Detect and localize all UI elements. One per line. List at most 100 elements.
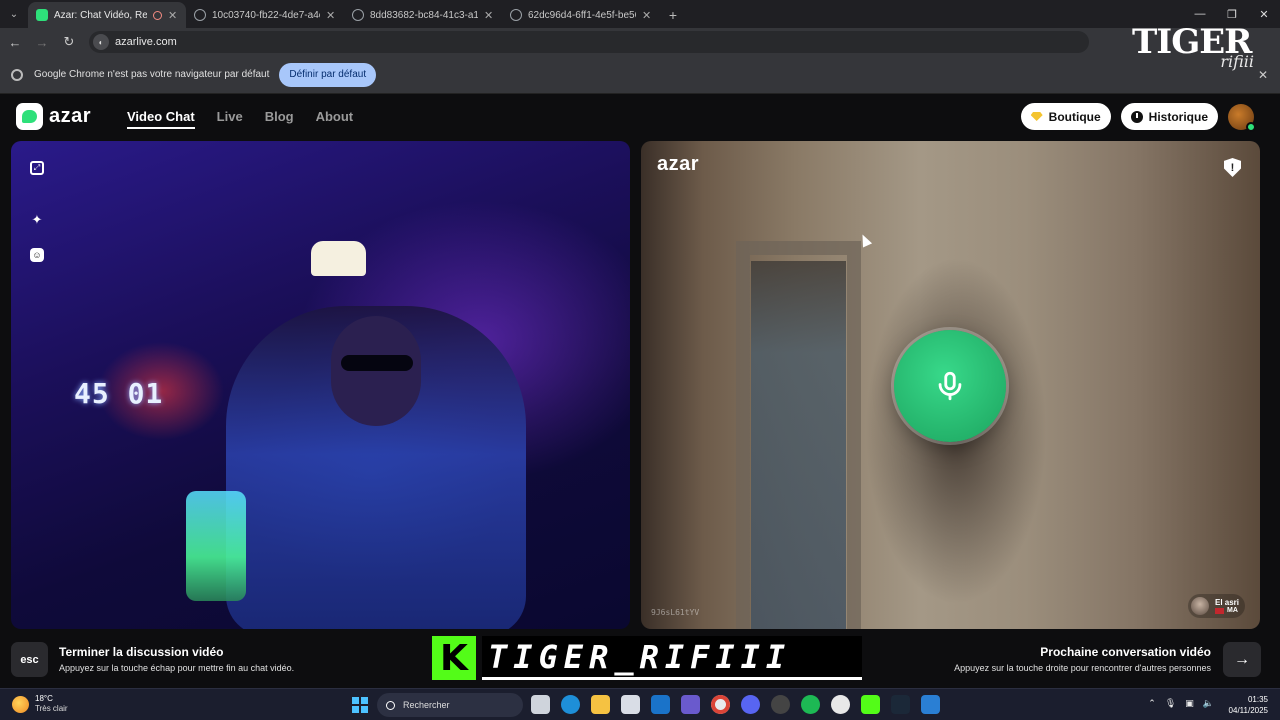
taskbar-clock[interactable]: 01:35 04/11/2025 xyxy=(1229,694,1268,716)
sunglasses xyxy=(341,355,413,371)
recording-indicator-icon xyxy=(153,10,162,20)
partner-id: 9J6sL61tYV xyxy=(651,608,700,617)
partner-avatar xyxy=(1190,597,1209,615)
steam-icon[interactable] xyxy=(891,695,910,714)
tab-title: 62dc96d4-6ff1-4e5f-be56-d48 xyxy=(528,9,636,21)
report-shield-icon[interactable]: ! xyxy=(1224,158,1241,177)
local-video: 45 01 ⤢ ✦ ☺ xyxy=(11,141,630,629)
tab-4[interactable]: 62dc96d4-6ff1-4e5f-be56-d48 ✕ xyxy=(502,2,660,28)
tab-search-chevron-icon[interactable]: ⌄ xyxy=(0,0,28,28)
chrome-icon xyxy=(11,68,23,81)
tab-3[interactable]: 8dd83682-bc84-41c3-a15f-d8 ✕ xyxy=(344,2,502,28)
weather-widget[interactable]: 18°C Très clair xyxy=(12,694,68,714)
tab-title: Azar: Chat Vidéo, Rencontr xyxy=(54,9,147,21)
nav-live[interactable]: Live xyxy=(217,109,243,129)
browser-tab-strip: ⌄ Azar: Chat Vidéo, Rencontr ✕ 10c03740-… xyxy=(0,0,1280,28)
local-user-head xyxy=(331,316,421,426)
forward-arrow-icon[interactable]: → xyxy=(30,30,54,54)
set-default-button[interactable]: Définir par défaut xyxy=(279,62,377,87)
tab-azar[interactable]: Azar: Chat Vidéo, Rencontr ✕ xyxy=(28,2,186,28)
globe-favicon-icon xyxy=(510,9,522,21)
outlook-icon[interactable] xyxy=(651,695,670,714)
task-view-icon[interactable] xyxy=(531,695,550,714)
edge-icon[interactable] xyxy=(561,695,580,714)
url-text: azarlive.com xyxy=(115,36,177,48)
led-clock-display: 45 01 xyxy=(74,377,164,410)
search-label: Rechercher xyxy=(403,700,450,710)
windows-taskbar: 18°C Très clair Rechercher ⌃ 🎙 ▣ 🔈 01:35… xyxy=(0,688,1280,720)
tray-chevron-icon[interactable]: ⌃ xyxy=(1148,698,1156,709)
video-side-tools: ⤢ ✦ ☺ xyxy=(30,161,44,262)
camera-app-icon[interactable] xyxy=(831,695,850,714)
effects-sparkle-icon[interactable]: ✦ xyxy=(30,212,44,227)
shop-button[interactable]: Boutique xyxy=(1020,103,1111,130)
microphone-icon xyxy=(938,371,962,401)
globe-favicon-icon xyxy=(352,9,364,21)
teams-icon[interactable] xyxy=(681,695,700,714)
kick-logo-icon: K xyxy=(432,636,476,680)
nav-blog[interactable]: Blog xyxy=(265,109,294,129)
obs-icon[interactable] xyxy=(771,695,790,714)
site-info-icon[interactable]: ◐ xyxy=(93,34,109,50)
rgb-lamp xyxy=(186,491,246,601)
end-chat-subtitle: Appuyez sur la touche échap pour mettre … xyxy=(59,663,295,673)
search-icon xyxy=(386,700,395,710)
back-arrow-icon[interactable]: ← xyxy=(3,30,27,54)
reload-icon[interactable]: ↻ xyxy=(57,30,81,54)
background-door xyxy=(751,261,846,629)
header-actions: Boutique Historique xyxy=(1020,103,1256,132)
screen-app-icon[interactable] xyxy=(921,695,940,714)
esc-key-button[interactable]: esc xyxy=(11,642,48,677)
weather-sun-icon xyxy=(12,695,29,713)
shop-label: Boutique xyxy=(1048,109,1101,124)
weather-temperature: 18°C xyxy=(35,694,53,703)
spotify-icon[interactable] xyxy=(801,695,820,714)
tab-title: 10c03740-fb22-4de7-a4eb-5cb xyxy=(212,9,320,21)
microphone-button[interactable] xyxy=(894,330,1006,442)
online-status-icon xyxy=(1246,121,1256,132)
close-tab-icon[interactable]: ✕ xyxy=(326,9,336,22)
kick-channel-banner: K TIGER_RIFIII xyxy=(432,632,862,684)
nav-about[interactable]: About xyxy=(316,109,354,129)
close-tab-icon[interactable]: ✕ xyxy=(642,9,652,22)
logo-text: azar xyxy=(49,105,92,127)
tray-mic-icon[interactable]: 🎙 xyxy=(1165,698,1176,709)
history-button[interactable]: Historique xyxy=(1120,103,1218,130)
partner-info[interactable]: El asri MA xyxy=(1187,594,1245,618)
close-tab-icon[interactable]: ✕ xyxy=(484,9,494,22)
tray-network-icon[interactable]: ▣ xyxy=(1185,698,1194,709)
globe-favicon-icon xyxy=(194,9,206,21)
address-bar[interactable]: ◐ azarlive.com xyxy=(89,31,1089,53)
chrome-taskbar-icon[interactable] xyxy=(711,695,730,714)
close-infobar-icon[interactable]: ✕ xyxy=(1258,68,1268,82)
clock-icon xyxy=(1130,110,1143,123)
nav-video-chat[interactable]: Video Chat xyxy=(127,109,195,129)
azar-logo[interactable]: azar xyxy=(16,103,91,130)
taskbar-search[interactable]: Rechercher xyxy=(377,693,523,717)
next-chat-hint: Prochaine conversation vidéo Appuyez sur… xyxy=(954,645,1211,673)
emoji-filter-icon[interactable]: ☺ xyxy=(30,248,44,262)
end-chat-hint: Terminer la discussion vidéo Appuyez sur… xyxy=(59,645,294,673)
file-explorer-icon[interactable] xyxy=(591,695,610,714)
tab-2[interactable]: 10c03740-fb22-4de7-a4eb-5cb ✕ xyxy=(186,2,344,28)
next-chat-subtitle: Appuyez sur la touche droite pour rencon… xyxy=(954,663,1211,673)
morocco-flag-icon xyxy=(1214,607,1224,614)
windows-start-icon[interactable] xyxy=(352,697,368,713)
mask-icon[interactable]: ⤢ xyxy=(30,161,44,175)
browser-toolbar: ← → ↻ ◐ azarlive.com xyxy=(0,28,1280,56)
play-app-icon[interactable] xyxy=(861,695,880,714)
end-chat-title: Terminer la discussion vidéo xyxy=(59,645,224,659)
store-icon[interactable] xyxy=(621,695,640,714)
weather-description: Très clair xyxy=(35,704,68,713)
next-arrow-button[interactable]: → xyxy=(1223,642,1261,677)
brand-sub-text: rifiii xyxy=(1220,52,1254,71)
discord-icon[interactable] xyxy=(741,695,760,714)
infobar-message: Google Chrome n'est pas votre navigateur… xyxy=(34,69,270,80)
history-label: Historique xyxy=(1148,109,1208,124)
new-tab-button[interactable]: + xyxy=(660,2,686,28)
profile-avatar[interactable] xyxy=(1228,103,1256,132)
tray-volume-icon[interactable]: 🔈 xyxy=(1203,698,1214,709)
tab-title: 8dd83682-bc84-41c3-a15f-d8 xyxy=(370,9,478,21)
close-tab-icon[interactable]: ✕ xyxy=(168,9,178,22)
default-browser-infobar: Google Chrome n'est pas votre navigateur… xyxy=(0,56,1280,94)
